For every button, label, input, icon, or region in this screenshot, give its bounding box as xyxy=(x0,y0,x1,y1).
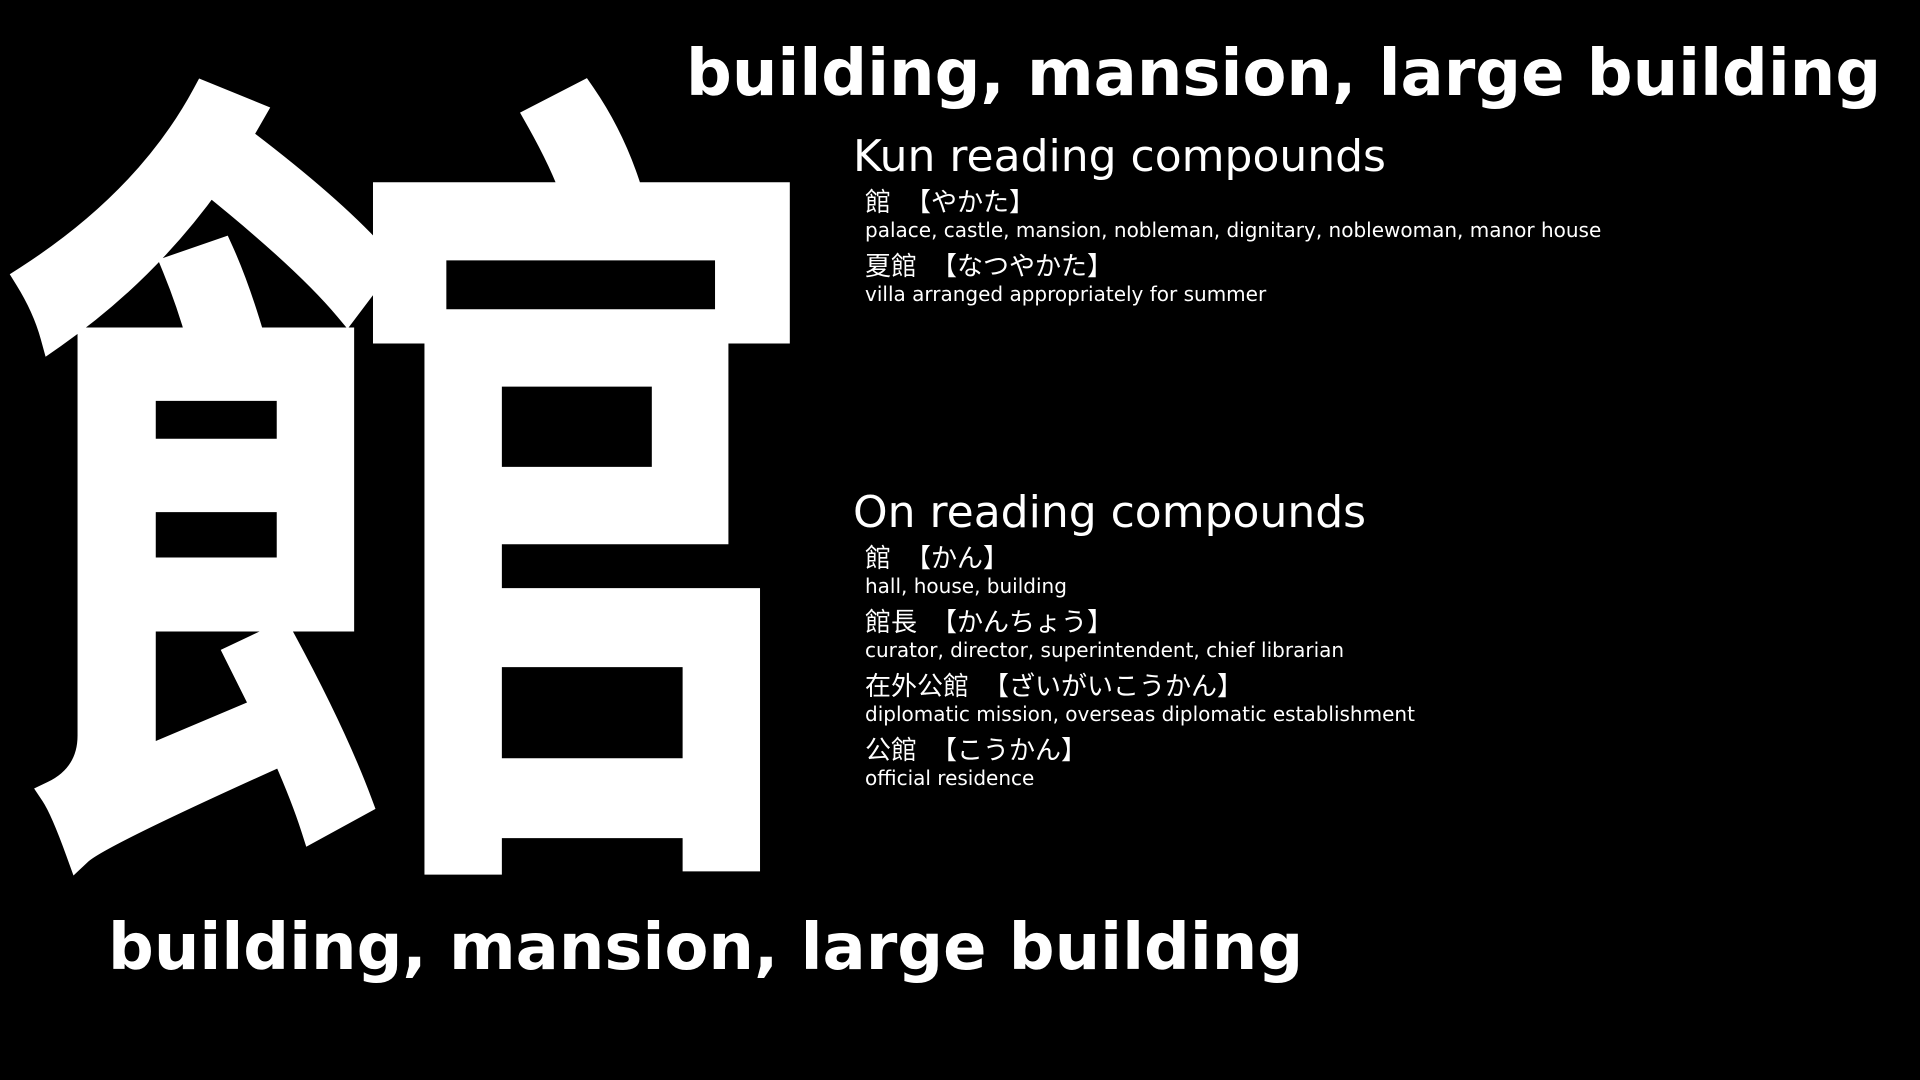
kun-reading-heading: Kun reading compounds xyxy=(853,131,1386,182)
kanji-card: 館 building, mansion, large building Kun … xyxy=(0,0,1920,1080)
compound-entry: 在外公館 【ざいがいこうかん】 diplomatic mission, overs… xyxy=(865,672,1893,726)
compound-reading: 【なつやかた】 xyxy=(931,252,1114,282)
compound-entry: 館【かん】 hall, house, building xyxy=(865,544,1893,598)
compound-entry: 館【やかた】 palace, castle, mansion, nobleman… xyxy=(865,188,1893,242)
compound-word-line: 館【やかた】 xyxy=(865,188,1893,218)
meaning-title-top: building, mansion, large building xyxy=(686,37,1882,111)
compound-entry: 公館 【こうかん】 official residence xyxy=(865,736,1893,790)
compound-entry: 夏館 【なつやかた】 villa arranged appropriately f… xyxy=(865,252,1893,306)
compound-reading: 【やかた】 xyxy=(905,188,1036,218)
meaning-title-bottom: building, mansion, large building xyxy=(108,911,1304,985)
compound-word: 夏館 xyxy=(865,252,918,282)
compound-word: 在外公館 xyxy=(865,672,970,702)
on-reading-heading: On reading compounds xyxy=(853,487,1367,538)
on-reading-section: On reading compounds 館【かん】 hall, house, … xyxy=(853,486,1893,800)
kanji-character: 館 xyxy=(5,27,835,993)
compound-reading: 【かん】 xyxy=(905,544,1010,574)
compound-meaning: hall, house, building xyxy=(865,574,1067,598)
compound-word-line: 館【かん】 xyxy=(865,544,1893,574)
kun-reading-section: Kun reading compounds 館【やかた】 palace, cas… xyxy=(853,130,1893,316)
compound-word-line: 公館 【こうかん】 xyxy=(865,736,1893,766)
compound-meaning: diplomatic mission, overseas diplomatic … xyxy=(865,702,1415,726)
compound-reading: 【ざいがいこうかん】 xyxy=(983,672,1244,702)
compound-meaning: villa arranged appropriately for summer xyxy=(865,282,1267,306)
compound-word: 館 xyxy=(865,188,892,218)
compound-reading: 【かんちょう】 xyxy=(931,608,1114,638)
compound-word-line: 在外公館 【ざいがいこうかん】 xyxy=(865,672,1893,702)
compound-meaning: curator, director, superintendent, chief… xyxy=(865,638,1345,662)
compound-word-line: 夏館 【なつやかた】 xyxy=(865,252,1893,282)
compound-entry: 館長 【かんちょう】 curator, director, superintend… xyxy=(865,608,1893,662)
compound-word: 館長 xyxy=(865,608,918,638)
compound-reading: 【こうかん】 xyxy=(931,736,1088,766)
compound-word: 公館 xyxy=(865,736,918,766)
compound-meaning: palace, castle, mansion, nobleman, digni… xyxy=(865,218,1602,242)
compound-word-line: 館長 【かんちょう】 xyxy=(865,608,1893,638)
compound-word: 館 xyxy=(865,544,892,574)
compound-meaning: official residence xyxy=(865,766,1035,790)
